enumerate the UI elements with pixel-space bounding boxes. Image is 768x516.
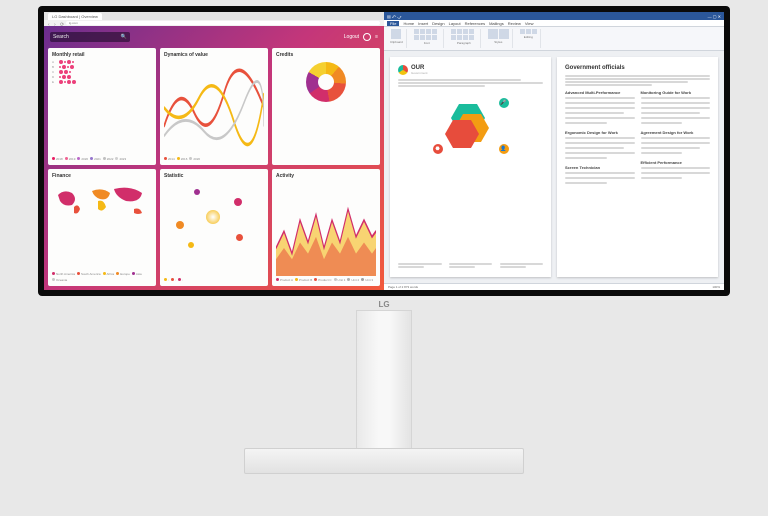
card-finance[interactable]: Finance bbox=[48, 169, 156, 286]
card-monthly-retail[interactable]: Monthly retail A B C D E 2018 2019 bbox=[48, 48, 156, 165]
ribbon-group-clipboard[interactable]: Clipboard bbox=[387, 29, 407, 48]
logout-button[interactable]: Logout bbox=[344, 34, 359, 40]
card-title: Credits bbox=[276, 52, 376, 58]
area-chart bbox=[276, 181, 376, 276]
monitor-stand-neck bbox=[356, 310, 412, 452]
screen: LG Dashboard | Overview ‹ › ⟳ lg.com Sea… bbox=[44, 12, 724, 290]
status-page-info: Page 1 of 2 873 words bbox=[388, 285, 418, 289]
callout-icon: 👤 bbox=[499, 144, 509, 154]
card-statistic[interactable]: Statistic ◦ ◦ bbox=[160, 169, 268, 286]
line-chart bbox=[164, 60, 264, 155]
menu-references[interactable]: References bbox=[465, 21, 485, 26]
card-legend: North America South America Africa Europ… bbox=[52, 272, 152, 282]
world-map bbox=[52, 181, 152, 270]
browser-chrome: LG Dashboard | Overview ‹ › ⟳ lg.com bbox=[44, 12, 384, 26]
tab-strip: LG Dashboard | Overview bbox=[44, 12, 384, 20]
paste-icon[interactable] bbox=[391, 29, 401, 39]
card-legend: 2018 2019 2020 2021 2022 2023 bbox=[52, 157, 152, 161]
card-legend: Product A Product B Product C Unit 1 Uni… bbox=[276, 278, 376, 282]
document-canvas[interactable]: OUR Government bbox=[384, 51, 724, 283]
menu-file[interactable]: File bbox=[387, 21, 399, 26]
network-chart bbox=[164, 181, 264, 276]
scatter-chart: A B C D E bbox=[52, 60, 152, 155]
window-controls[interactable]: — ▢ ✕ bbox=[708, 14, 721, 19]
search-placeholder: Search bbox=[53, 34, 69, 40]
menu-icon[interactable]: ≡ bbox=[375, 34, 378, 40]
body-text bbox=[398, 82, 543, 84]
ribbon-group-styles[interactable]: Styles bbox=[485, 29, 513, 48]
menu-insert[interactable]: Insert bbox=[418, 21, 428, 26]
document-page-2: Government officials Advanced Multi-Perf… bbox=[557, 57, 718, 277]
card-dynamics[interactable]: Dynamics of value 2014 2016 bbox=[160, 48, 268, 165]
card-title: Monthly retail bbox=[52, 52, 152, 58]
avatar[interactable] bbox=[363, 33, 371, 41]
callout-icon: ⬣ bbox=[433, 144, 443, 154]
quick-access[interactable]: ▤ ⤺ ⤻ bbox=[387, 14, 402, 19]
menu-mailings[interactable]: Mailings bbox=[489, 21, 504, 26]
section-heading: Ergonomic Design for Work bbox=[565, 130, 635, 135]
monitor-stand-base bbox=[244, 448, 524, 474]
page-title: Government officials bbox=[565, 65, 710, 71]
card-activity[interactable]: Activity Product A Product B bbox=[272, 169, 380, 286]
menu-layout[interactable]: Layout bbox=[449, 21, 461, 26]
body-text bbox=[398, 85, 485, 87]
document-page-1: OUR Government bbox=[390, 57, 551, 277]
card-title: Dynamics of value bbox=[164, 52, 264, 58]
section-heading: Advanced Multi-Performance bbox=[565, 90, 635, 95]
brand-subtitle: Government bbox=[411, 71, 428, 75]
menu-view[interactable]: View bbox=[525, 21, 534, 26]
monitor-brand-logo: LG bbox=[378, 300, 389, 309]
url-field[interactable]: lg.com bbox=[66, 21, 380, 25]
zoom-level[interactable]: 100% bbox=[712, 285, 720, 289]
pie-chart bbox=[276, 60, 376, 161]
card-legend: 2014 2016 2020 bbox=[164, 157, 264, 161]
ribbon-group-paragraph[interactable]: Paragraph bbox=[448, 29, 481, 48]
dashboard-app: LG Dashboard | Overview ‹ › ⟳ lg.com Sea… bbox=[44, 12, 384, 290]
monitor-bezel: LG Dashboard | Overview ‹ › ⟳ lg.com Sea… bbox=[38, 6, 730, 296]
section-heading: Agreement Design for Work bbox=[641, 130, 711, 135]
hexagon-graphic: 🎤 👤 ⬣ bbox=[439, 94, 503, 158]
card-title: Statistic bbox=[164, 173, 264, 179]
back-icon[interactable]: ‹ bbox=[48, 22, 51, 25]
ribbon-group-editing[interactable]: Editing bbox=[517, 29, 541, 48]
search-input[interactable]: Search 🔍 bbox=[50, 32, 130, 42]
menu-design[interactable]: Design bbox=[432, 21, 444, 26]
status-bar: Page 1 of 2 873 words 100% bbox=[384, 283, 724, 290]
menu-home[interactable]: Home bbox=[403, 21, 414, 26]
callout-icon: 🎤 bbox=[499, 98, 509, 108]
menu-review[interactable]: Review bbox=[508, 21, 521, 26]
dashboard-body: Search 🔍 Logout ≡ Monthly retail bbox=[44, 26, 384, 290]
card-title: Finance bbox=[52, 173, 152, 179]
section-heading: Monitoring Guide for Work bbox=[641, 90, 711, 95]
body-text bbox=[398, 79, 521, 81]
search-icon: 🔍 bbox=[121, 34, 127, 40]
ribbon-tabs: File Home Insert Design Layout Reference… bbox=[384, 20, 724, 27]
card-legend: ◦ ◦ ◦ bbox=[164, 278, 264, 282]
forward-icon[interactable]: › bbox=[54, 22, 57, 25]
section-heading: Screen Technician bbox=[565, 165, 635, 170]
word-titlebar: ▤ ⤺ ⤻ — ▢ ✕ bbox=[384, 12, 724, 20]
section-heading: Efficient Performance bbox=[641, 160, 711, 165]
browser-tab[interactable]: LG Dashboard | Overview bbox=[48, 13, 102, 20]
card-title: Activity bbox=[276, 173, 376, 179]
reload-icon[interactable]: ⟳ bbox=[60, 22, 63, 25]
brand-logo-icon bbox=[398, 65, 408, 75]
ribbon-group-font[interactable]: Font bbox=[411, 29, 444, 48]
word-app: ▤ ⤺ ⤻ — ▢ ✕ File Home Insert Design Layo… bbox=[384, 12, 724, 290]
ribbon: Clipboard Font Paragraph Styles bbox=[384, 27, 724, 51]
card-credits[interactable]: Credits bbox=[272, 48, 380, 165]
